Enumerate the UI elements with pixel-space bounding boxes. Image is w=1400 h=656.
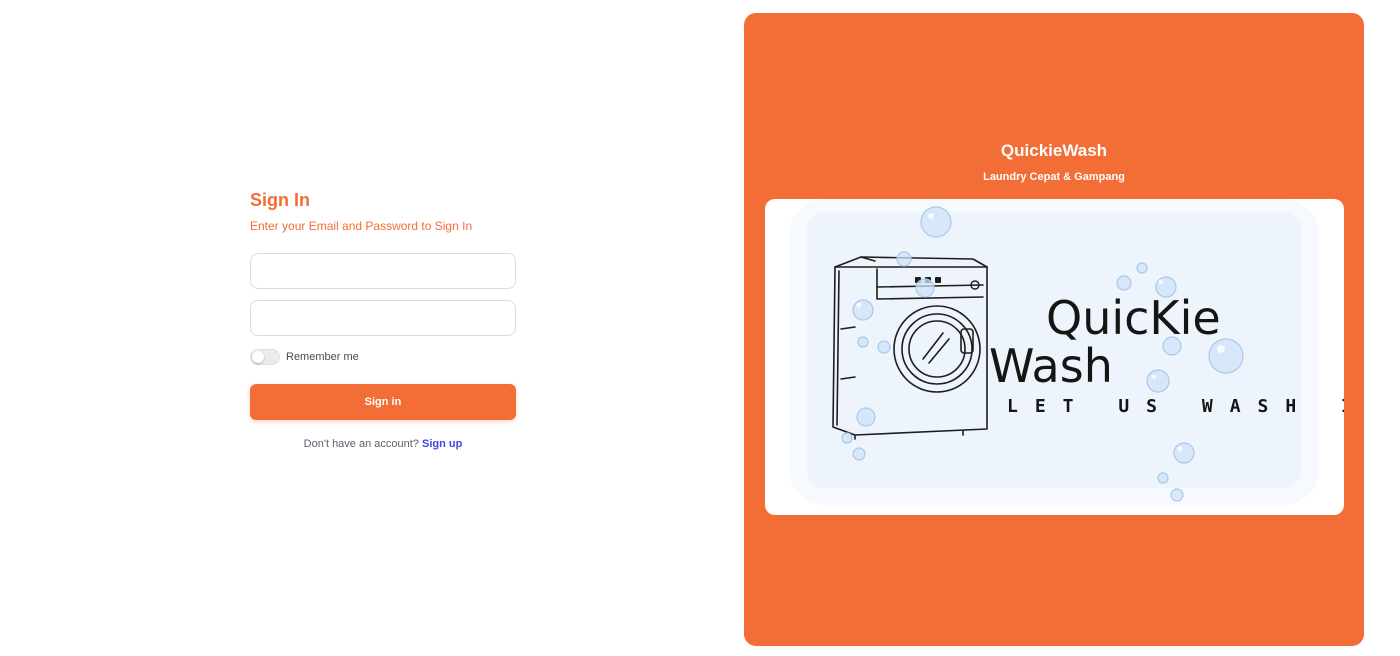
bubble: [896, 251, 912, 267]
brand-name: QuickieWash: [1000, 141, 1108, 160]
bubble: [920, 206, 952, 238]
signin-subtitle: Enter your Email and Password to Sign In: [250, 219, 473, 233]
remember-me-label: Remember me: [286, 351, 359, 363]
bubble: [1157, 472, 1169, 484]
logo-word-quickie: QuicKie: [1046, 291, 1221, 345]
logo-slogan: LET US WASH IT: [1007, 396, 1344, 417]
bubble: [877, 340, 891, 354]
highlight: [1151, 374, 1157, 380]
bubble: [915, 278, 935, 298]
remember-me-toggle[interactable]: [250, 349, 280, 365]
signup-prompt: Don't have an account? Sign up: [250, 438, 516, 450]
bubble: [1155, 276, 1177, 298]
bubble: [857, 336, 869, 348]
bubble: [1170, 488, 1184, 502]
highlight: [1217, 345, 1225, 353]
highlight: [928, 213, 934, 219]
password-input[interactable]: [250, 300, 516, 336]
bubble: [1208, 338, 1244, 374]
signin-form: Sign In Enter your Email and Password to…: [250, 188, 516, 450]
brand-panel: QuickieWash Laundry Cepat & Gampang Quic…: [744, 13, 1364, 646]
bubble: [1136, 262, 1148, 274]
brand-tagline: Laundry Cepat & Gampang: [983, 171, 1125, 183]
signin-title: Sign In: [250, 190, 310, 210]
bubble: [856, 407, 876, 427]
highlight: [856, 302, 862, 308]
email-input[interactable]: [250, 253, 516, 289]
highlight: [1158, 279, 1164, 285]
bubble: [1162, 336, 1182, 356]
highlight: [1177, 446, 1183, 452]
remember-me-row: Remember me: [250, 349, 516, 365]
bubble: [852, 299, 874, 321]
bubble: [841, 432, 853, 444]
no-account-text: Don't have an account?: [303, 438, 419, 450]
bubble: [1146, 369, 1170, 393]
knob: [935, 277, 941, 283]
bubble: [1116, 275, 1132, 291]
logo-word-wash: Wash: [989, 339, 1113, 393]
signin-button[interactable]: Sign in: [250, 384, 516, 420]
toggle-knob: [252, 351, 264, 363]
quickiewash-logo: QuicKie Wash LET US WASH IT: [789, 199, 1344, 505]
logo-card: QuicKie Wash LET US WASH IT: [765, 199, 1344, 515]
signup-link[interactable]: Sign up: [422, 438, 462, 450]
bubble: [1173, 442, 1195, 464]
bubble: [852, 447, 866, 461]
